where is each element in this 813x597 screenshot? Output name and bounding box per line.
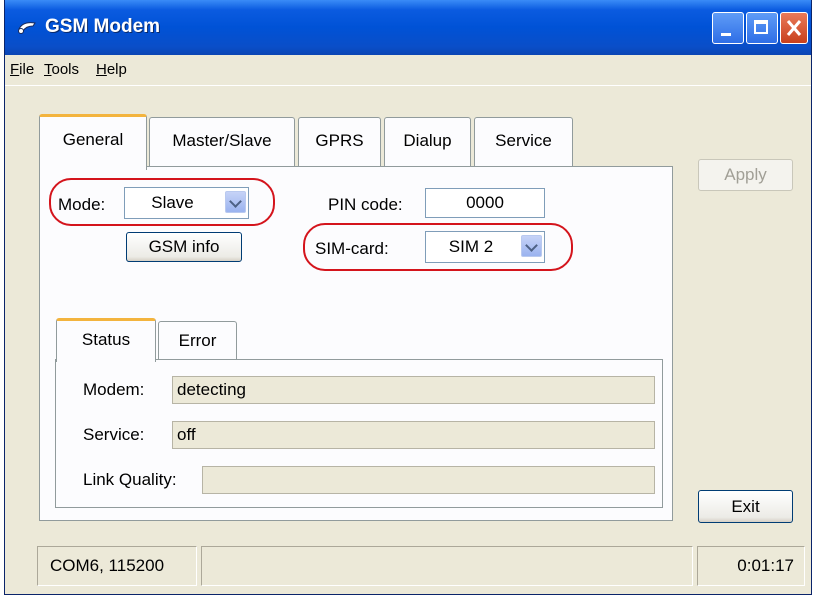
maximize-button[interactable] — [746, 12, 778, 44]
apply-button[interactable]: Apply — [698, 159, 793, 191]
modem-app-icon — [18, 22, 36, 34]
port-status: COM6, 115200 — [37, 546, 197, 586]
tab-dialup[interactable]: Dialup — [384, 117, 471, 167]
status-bar: COM6, 115200 0:01:17 — [5, 540, 811, 590]
service-label: Service: — [83, 425, 145, 444]
link-quality-field — [202, 466, 655, 494]
sim-card-select[interactable]: SIM 2 — [425, 231, 545, 263]
tab-general[interactable]: General — [39, 114, 147, 170]
tab-master-slave[interactable]: Master/Slave — [149, 117, 295, 167]
title-bar[interactable]: GSM Modem — [5, 0, 811, 55]
link-quality-label: Link Quality: — [83, 470, 177, 489]
menu-help[interactable]: Help — [96, 61, 127, 78]
sim-card-value: SIM 2 — [448, 237, 494, 256]
gsm-modem-window: GSM Modem File Tools Help General Master… — [4, 0, 812, 595]
tab-service[interactable]: Service — [474, 117, 573, 167]
elapsed-time: 0:01:17 — [697, 546, 805, 586]
menu-tools[interactable]: Tools — [44, 61, 79, 78]
menu-bar: File Tools Help — [5, 55, 811, 86]
pin-code-input[interactable]: 0000 — [425, 188, 545, 218]
close-icon — [786, 20, 802, 36]
window-title: GSM Modem — [45, 16, 161, 37]
mode-select[interactable]: Slave — [124, 187, 249, 219]
gsm-info-button[interactable]: GSM info — [126, 232, 242, 262]
tab-gprs[interactable]: GPRS — [298, 117, 381, 167]
general-panel: Mode: Slave GSM info PIN code: 0000 SIM-… — [39, 166, 673, 521]
status-middle-pane — [201, 546, 693, 586]
chevron-down-icon[interactable] — [225, 191, 246, 213]
pin-code-label: PIN code: — [328, 195, 403, 214]
mode-label: Mode: — [58, 195, 106, 214]
chevron-down-icon[interactable] — [521, 235, 542, 257]
minimize-button[interactable] — [712, 12, 744, 44]
sim-card-label: SIM-card: — [315, 239, 389, 258]
close-button[interactable] — [780, 12, 808, 44]
tab-status[interactable]: Status — [56, 318, 156, 362]
tab-error[interactable]: Error — [158, 321, 237, 359]
service-status-field: off — [172, 421, 655, 449]
exit-button[interactable]: Exit — [698, 490, 793, 523]
status-panel: Modem: detecting Service: off Link Quali… — [55, 359, 663, 508]
modem-status-field: detecting — [172, 376, 655, 404]
modem-label: Modem: — [83, 380, 145, 399]
status-tabstrip: Status Error — [56, 318, 256, 362]
mode-value: Slave — [151, 193, 194, 212]
menu-file[interactable]: File — [10, 61, 34, 78]
